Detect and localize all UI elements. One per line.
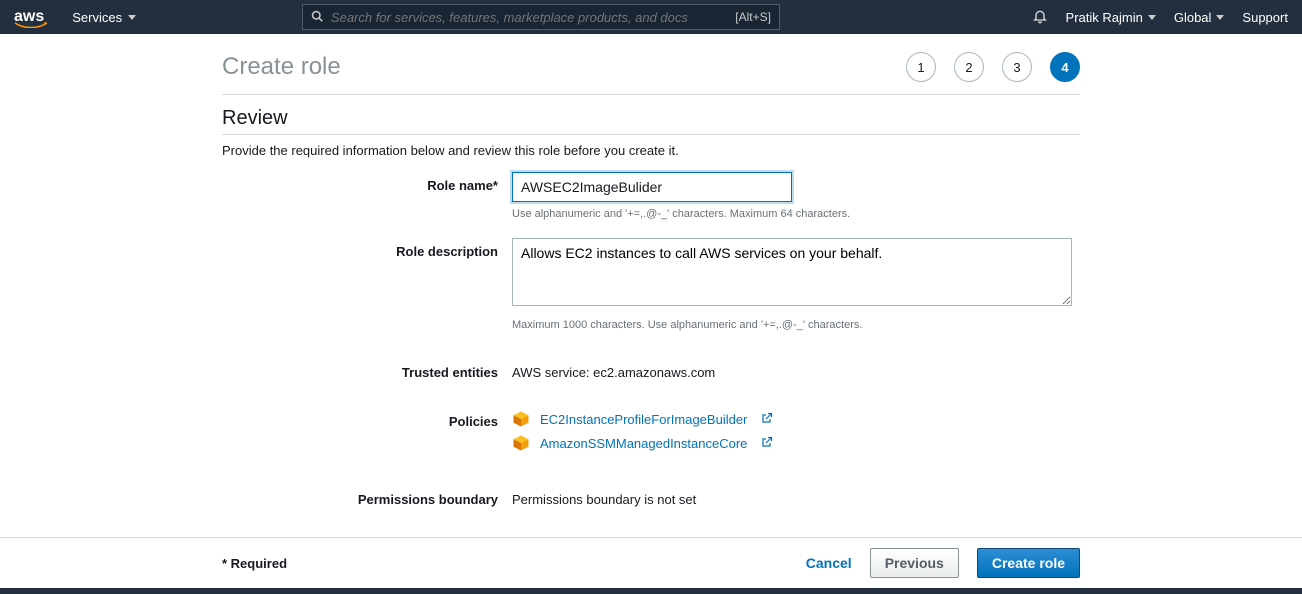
role-desc-hint: Maximum 1000 characters. Use alphanumeri… [512, 319, 1080, 331]
role-desc-row: Role description Maximum 1000 characters… [222, 238, 1080, 331]
role-name-row: Role name* Use alphanumeric and '+=,.@-_… [222, 172, 1080, 220]
account-menu[interactable]: Pratik Rajmin [1066, 10, 1156, 25]
services-menu[interactable]: Services [72, 10, 136, 25]
role-name-hint: Use alphanumeric and '+=,.@-_' character… [512, 208, 1080, 220]
role-name-label: Role name* [222, 172, 512, 220]
trusted-value: AWS service: ec2.amazonaws.com [512, 359, 1080, 380]
step-1[interactable]: 1 [906, 52, 936, 82]
footer-actions: Cancel Previous Create role [806, 548, 1080, 578]
top-nav: aws Services [Alt+S] Pratik Rajmin Globa… [0, 0, 1302, 34]
perm-boundary-label: Permissions boundary [222, 486, 512, 507]
policies-row: Policies EC2InstanceProfileForImageBuild… [222, 408, 1080, 458]
services-label: Services [72, 10, 122, 25]
external-link-icon [761, 412, 773, 427]
support-menu[interactable]: Support [1242, 10, 1288, 25]
search-shortcut: [Alt+S] [735, 10, 771, 24]
caret-down-icon [1148, 15, 1156, 20]
role-desc-label: Role description [222, 238, 512, 331]
page-header: Create role 1 2 3 4 [222, 52, 1080, 95]
review-description: Provide the required information below a… [222, 143, 1080, 158]
aws-logo[interactable]: aws [14, 8, 44, 26]
role-name-input[interactable] [512, 172, 792, 202]
perm-boundary-value: Permissions boundary is not set [512, 486, 1080, 507]
policies-label: Policies [222, 408, 512, 458]
wizard-steps: 1 2 3 4 [906, 52, 1080, 82]
policy-cube-icon [512, 410, 530, 428]
region-label: Global [1174, 10, 1212, 25]
create-role-button[interactable]: Create role [977, 548, 1080, 578]
role-desc-textarea[interactable] [512, 238, 1072, 306]
cancel-button[interactable]: Cancel [806, 555, 852, 571]
search-box[interactable]: [Alt+S] [302, 4, 780, 30]
policy-link[interactable]: AmazonSSMManagedInstanceCore [540, 436, 747, 451]
page-title: Create role [222, 53, 341, 81]
region-menu[interactable]: Global [1174, 10, 1225, 25]
policy-item: EC2InstanceProfileForImageBuilder [512, 410, 1080, 428]
step-2[interactable]: 2 [954, 52, 984, 82]
aws-smile-icon [14, 22, 48, 28]
review-heading: Review [222, 107, 1080, 130]
notifications-icon[interactable] [1032, 8, 1048, 27]
step-3[interactable]: 3 [1002, 52, 1032, 82]
page-content: Create role 1 2 3 4 Review Provide the r… [222, 52, 1080, 564]
caret-down-icon [1216, 15, 1224, 20]
bottom-strip [0, 588, 1302, 594]
previous-button[interactable]: Previous [870, 548, 959, 578]
user-name: Pratik Rajmin [1066, 10, 1143, 25]
search-input[interactable] [331, 10, 727, 25]
caret-down-icon [128, 15, 136, 20]
policy-item: AmazonSSMManagedInstanceCore [512, 434, 1080, 452]
nav-right: Pratik Rajmin Global Support [1032, 8, 1288, 27]
step-4[interactable]: 4 [1050, 52, 1080, 82]
page-footer: * Required Cancel Previous Create role [0, 537, 1302, 588]
perm-boundary-row: Permissions boundary Permissions boundar… [222, 486, 1080, 507]
support-label: Support [1242, 10, 1288, 25]
policy-cube-icon [512, 434, 530, 452]
external-link-icon [761, 436, 773, 451]
trusted-label: Trusted entities [222, 359, 512, 380]
required-note: * Required [222, 556, 287, 571]
policy-link[interactable]: EC2InstanceProfileForImageBuilder [540, 412, 747, 427]
trusted-row: Trusted entities AWS service: ec2.amazon… [222, 359, 1080, 380]
search-icon [311, 10, 323, 25]
